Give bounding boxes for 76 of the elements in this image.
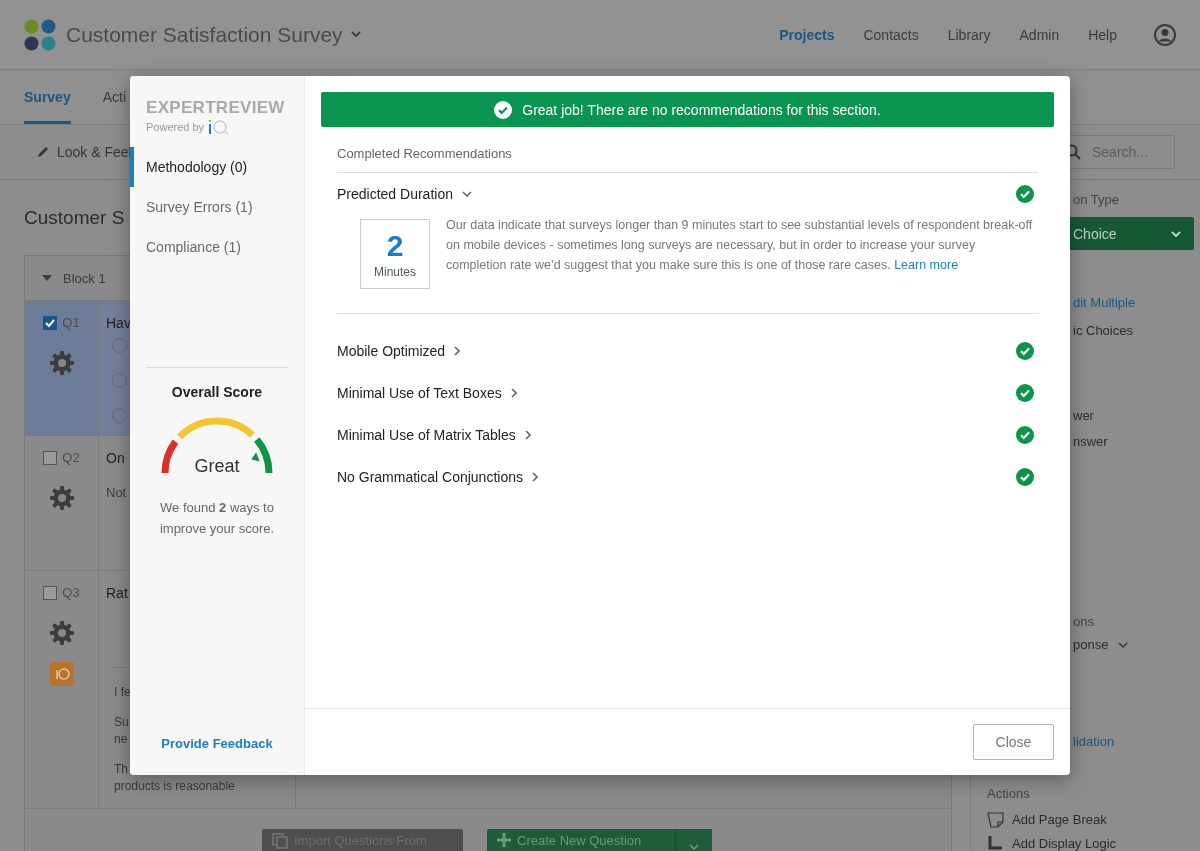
checkbox[interactable]	[43, 450, 58, 465]
logic-icon	[987, 836, 1004, 851]
learn-more-link[interactable]: Learn more	[894, 258, 959, 272]
question-note: Not	[106, 485, 127, 500]
question-handle-cell[interactable]: Q1	[25, 301, 99, 435]
statement-text: Th products is reasonable	[114, 761, 235, 795]
chevron-right-icon	[524, 430, 531, 440]
statement-text: Su ne	[114, 714, 129, 748]
iq-badge-icon	[49, 662, 74, 686]
feedback-link[interactable]: Provide Feedback	[161, 736, 273, 751]
plus-icon	[497, 833, 511, 847]
powered-by-text: Powered by	[146, 121, 205, 133]
check-icon	[494, 100, 513, 119]
survey-heading: Customer S	[24, 207, 125, 230]
score-message: We found 2 ways to improve your score.	[158, 499, 276, 538]
recommendation-toggle[interactable]: Minimal Use of Text Boxes	[337, 385, 517, 401]
chevron-down-icon	[461, 191, 472, 197]
nav-link[interactable]: Admin	[1019, 26, 1060, 43]
banner-text: Great job! There are no recommendations for this section.	[522, 101, 881, 118]
question-text: On	[106, 450, 125, 466]
section-tab[interactable]: Compliance (1)	[130, 227, 304, 267]
create-question-button[interactable]: Create New Question	[487, 829, 675, 851]
question-handle-cell[interactable]: Q2	[25, 436, 99, 570]
panel-select[interactable]: ponse	[1073, 637, 1109, 653]
question-handle-cell[interactable]: Q3	[25, 571, 99, 808]
score-rating: Great	[193, 456, 241, 477]
question-text: Rat	[106, 585, 128, 601]
caret-icon	[689, 844, 699, 850]
nav-link[interactable]: Help	[1088, 26, 1117, 43]
chevron-right-icon	[454, 346, 461, 356]
panel-heading: on Type	[1072, 192, 1120, 208]
close-button[interactable]: Close	[973, 724, 1054, 760]
copy-icon	[272, 833, 288, 849]
question-text: Hav	[106, 315, 131, 331]
page-icon	[987, 812, 1004, 828]
question-number: Q3	[62, 585, 80, 600]
question-number: Q2	[62, 450, 80, 465]
action-link[interactable]: Add Display Logic	[1012, 836, 1117, 851]
nav-link[interactable]: Projects	[779, 26, 835, 43]
survey-title[interactable]: Customer Satisfaction Survey	[66, 22, 343, 47]
recommendation-toggle[interactable]: Mobile Optimized	[337, 343, 461, 359]
tab[interactable]: Survey	[24, 70, 71, 124]
section-tab[interactable]: Survey Errors (1)	[130, 187, 304, 227]
gear-icon[interactable]	[48, 485, 75, 511]
collapse-icon[interactable]	[42, 275, 52, 281]
duration-unit: Minutes	[374, 264, 416, 279]
nav-link[interactable]: Library	[947, 26, 991, 43]
logo-icon	[24, 18, 56, 51]
statement-text: I fe	[114, 684, 131, 701]
recommendation-toggle[interactable]: Minimal Use of Matrix Tables	[337, 427, 531, 443]
section-tab[interactable]: Methodology (0)	[130, 147, 304, 187]
section-title: Completed Recommendations	[337, 127, 1038, 173]
caret-icon[interactable]	[1118, 642, 1129, 648]
recommendation-toggle[interactable]: Predicted Duration	[337, 186, 472, 202]
caret-icon[interactable]	[350, 31, 361, 38]
score-title: Overall Score	[171, 384, 263, 400]
panel-heading: ons	[1072, 614, 1094, 630]
iq-logo-icon	[206, 119, 231, 135]
gear-icon[interactable]	[48, 620, 75, 646]
caret-icon	[1171, 230, 1181, 237]
user-icon[interactable]	[1154, 23, 1176, 46]
section-heading: Actions	[986, 786, 1030, 802]
action-link[interactable]: Add Page Break	[1012, 812, 1107, 828]
gear-icon[interactable]	[48, 350, 75, 376]
brush-icon	[36, 145, 50, 159]
nav-link[interactable]: Contacts	[863, 26, 919, 43]
tab[interactable]: Acti	[102, 70, 127, 124]
duration-value: 2	[386, 229, 404, 262]
chevron-right-icon	[510, 388, 517, 398]
question-number: Q1	[62, 315, 80, 330]
brand-name: EXPERTREVIEW	[146, 98, 286, 118]
block-label: Block 1	[63, 270, 106, 286]
checkbox[interactable]	[43, 585, 58, 600]
recommendation-toggle[interactable]: No Grammatical Conjunctions	[337, 469, 538, 485]
chevron-right-icon	[531, 472, 538, 482]
checkbox[interactable]	[43, 315, 58, 330]
